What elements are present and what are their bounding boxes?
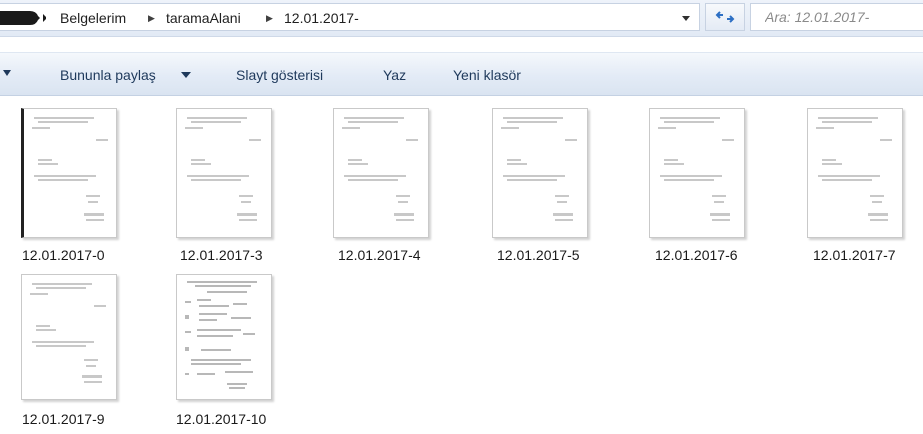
file-name-label[interactable]: 12.01.2017-10 — [176, 410, 326, 428]
command-bar: Bununla paylaş Slayt gösterisi Yaz Yeni … — [0, 52, 923, 96]
document-icon — [501, 117, 577, 221]
breadcrumb-current-folder[interactable]: 12.01.2017- — [284, 8, 359, 28]
share-with-button[interactable]: Bununla paylaş — [60, 65, 156, 85]
print-button[interactable]: Yaz — [383, 65, 406, 85]
document-icon — [658, 117, 734, 221]
slideshow-button[interactable]: Slayt gösterisi — [236, 65, 323, 85]
document-icon — [816, 117, 892, 221]
address-bar[interactable]: Belgelerim ▶ taramaAlani ▶ 12.01.2017- — [0, 3, 700, 31]
file-thumbnail[interactable] — [176, 108, 272, 238]
file-name-label[interactable]: 12.01.2017-9 — [22, 410, 172, 428]
file-thumbnail[interactable] — [21, 108, 117, 238]
chevron-down-icon[interactable] — [681, 12, 691, 24]
search-box[interactable] — [750, 3, 923, 31]
explorer-window: Belgelerim ▶ taramaAlani ▶ 12.01.2017- B… — [0, 0, 923, 434]
file-thumbnail[interactable] — [176, 274, 272, 400]
document-icon — [342, 117, 418, 221]
document-icon — [32, 117, 108, 221]
file-thumbnail[interactable] — [333, 108, 429, 238]
organize-chevron-icon[interactable] — [3, 69, 11, 77]
search-input[interactable] — [751, 4, 923, 30]
new-folder-button[interactable]: Yeni klasör — [453, 65, 521, 85]
breadcrumb-separator-icon[interactable]: ▶ — [148, 8, 155, 28]
document-icon — [30, 283, 106, 383]
refresh-icon — [715, 11, 735, 23]
file-list: 12.01.2017-0 12.01.2017-3 12.01.2017-4 1… — [0, 96, 923, 434]
folder-icon — [0, 11, 46, 25]
file-name-label[interactable]: 12.01.2017-0 — [22, 246, 172, 264]
breadcrumb-belgelerim[interactable]: Belgelerim — [60, 8, 126, 28]
document-icon — [185, 117, 261, 221]
breadcrumb-taramaalani[interactable]: taramaAlani — [166, 8, 241, 28]
refresh-button[interactable] — [705, 3, 745, 31]
breadcrumb-separator-icon[interactable]: ▶ — [266, 8, 273, 28]
file-name-label[interactable]: 12.01.2017-3 — [180, 246, 330, 264]
file-thumbnail[interactable] — [492, 108, 588, 238]
file-thumbnail[interactable] — [21, 274, 117, 400]
file-thumbnail[interactable] — [807, 108, 903, 238]
file-name-label[interactable]: 12.01.2017-6 — [655, 246, 805, 264]
address-bar-row: Belgelerim ▶ taramaAlani ▶ 12.01.2017- — [0, 0, 923, 37]
file-thumbnail[interactable] — [649, 108, 745, 238]
file-name-label[interactable]: 12.01.2017-7 — [813, 246, 923, 264]
file-name-label[interactable]: 12.01.2017-5 — [497, 246, 647, 264]
file-name-label[interactable]: 12.01.2017-4 — [338, 246, 488, 264]
form-document-icon — [185, 281, 257, 389]
chevron-down-icon[interactable] — [181, 72, 191, 78]
